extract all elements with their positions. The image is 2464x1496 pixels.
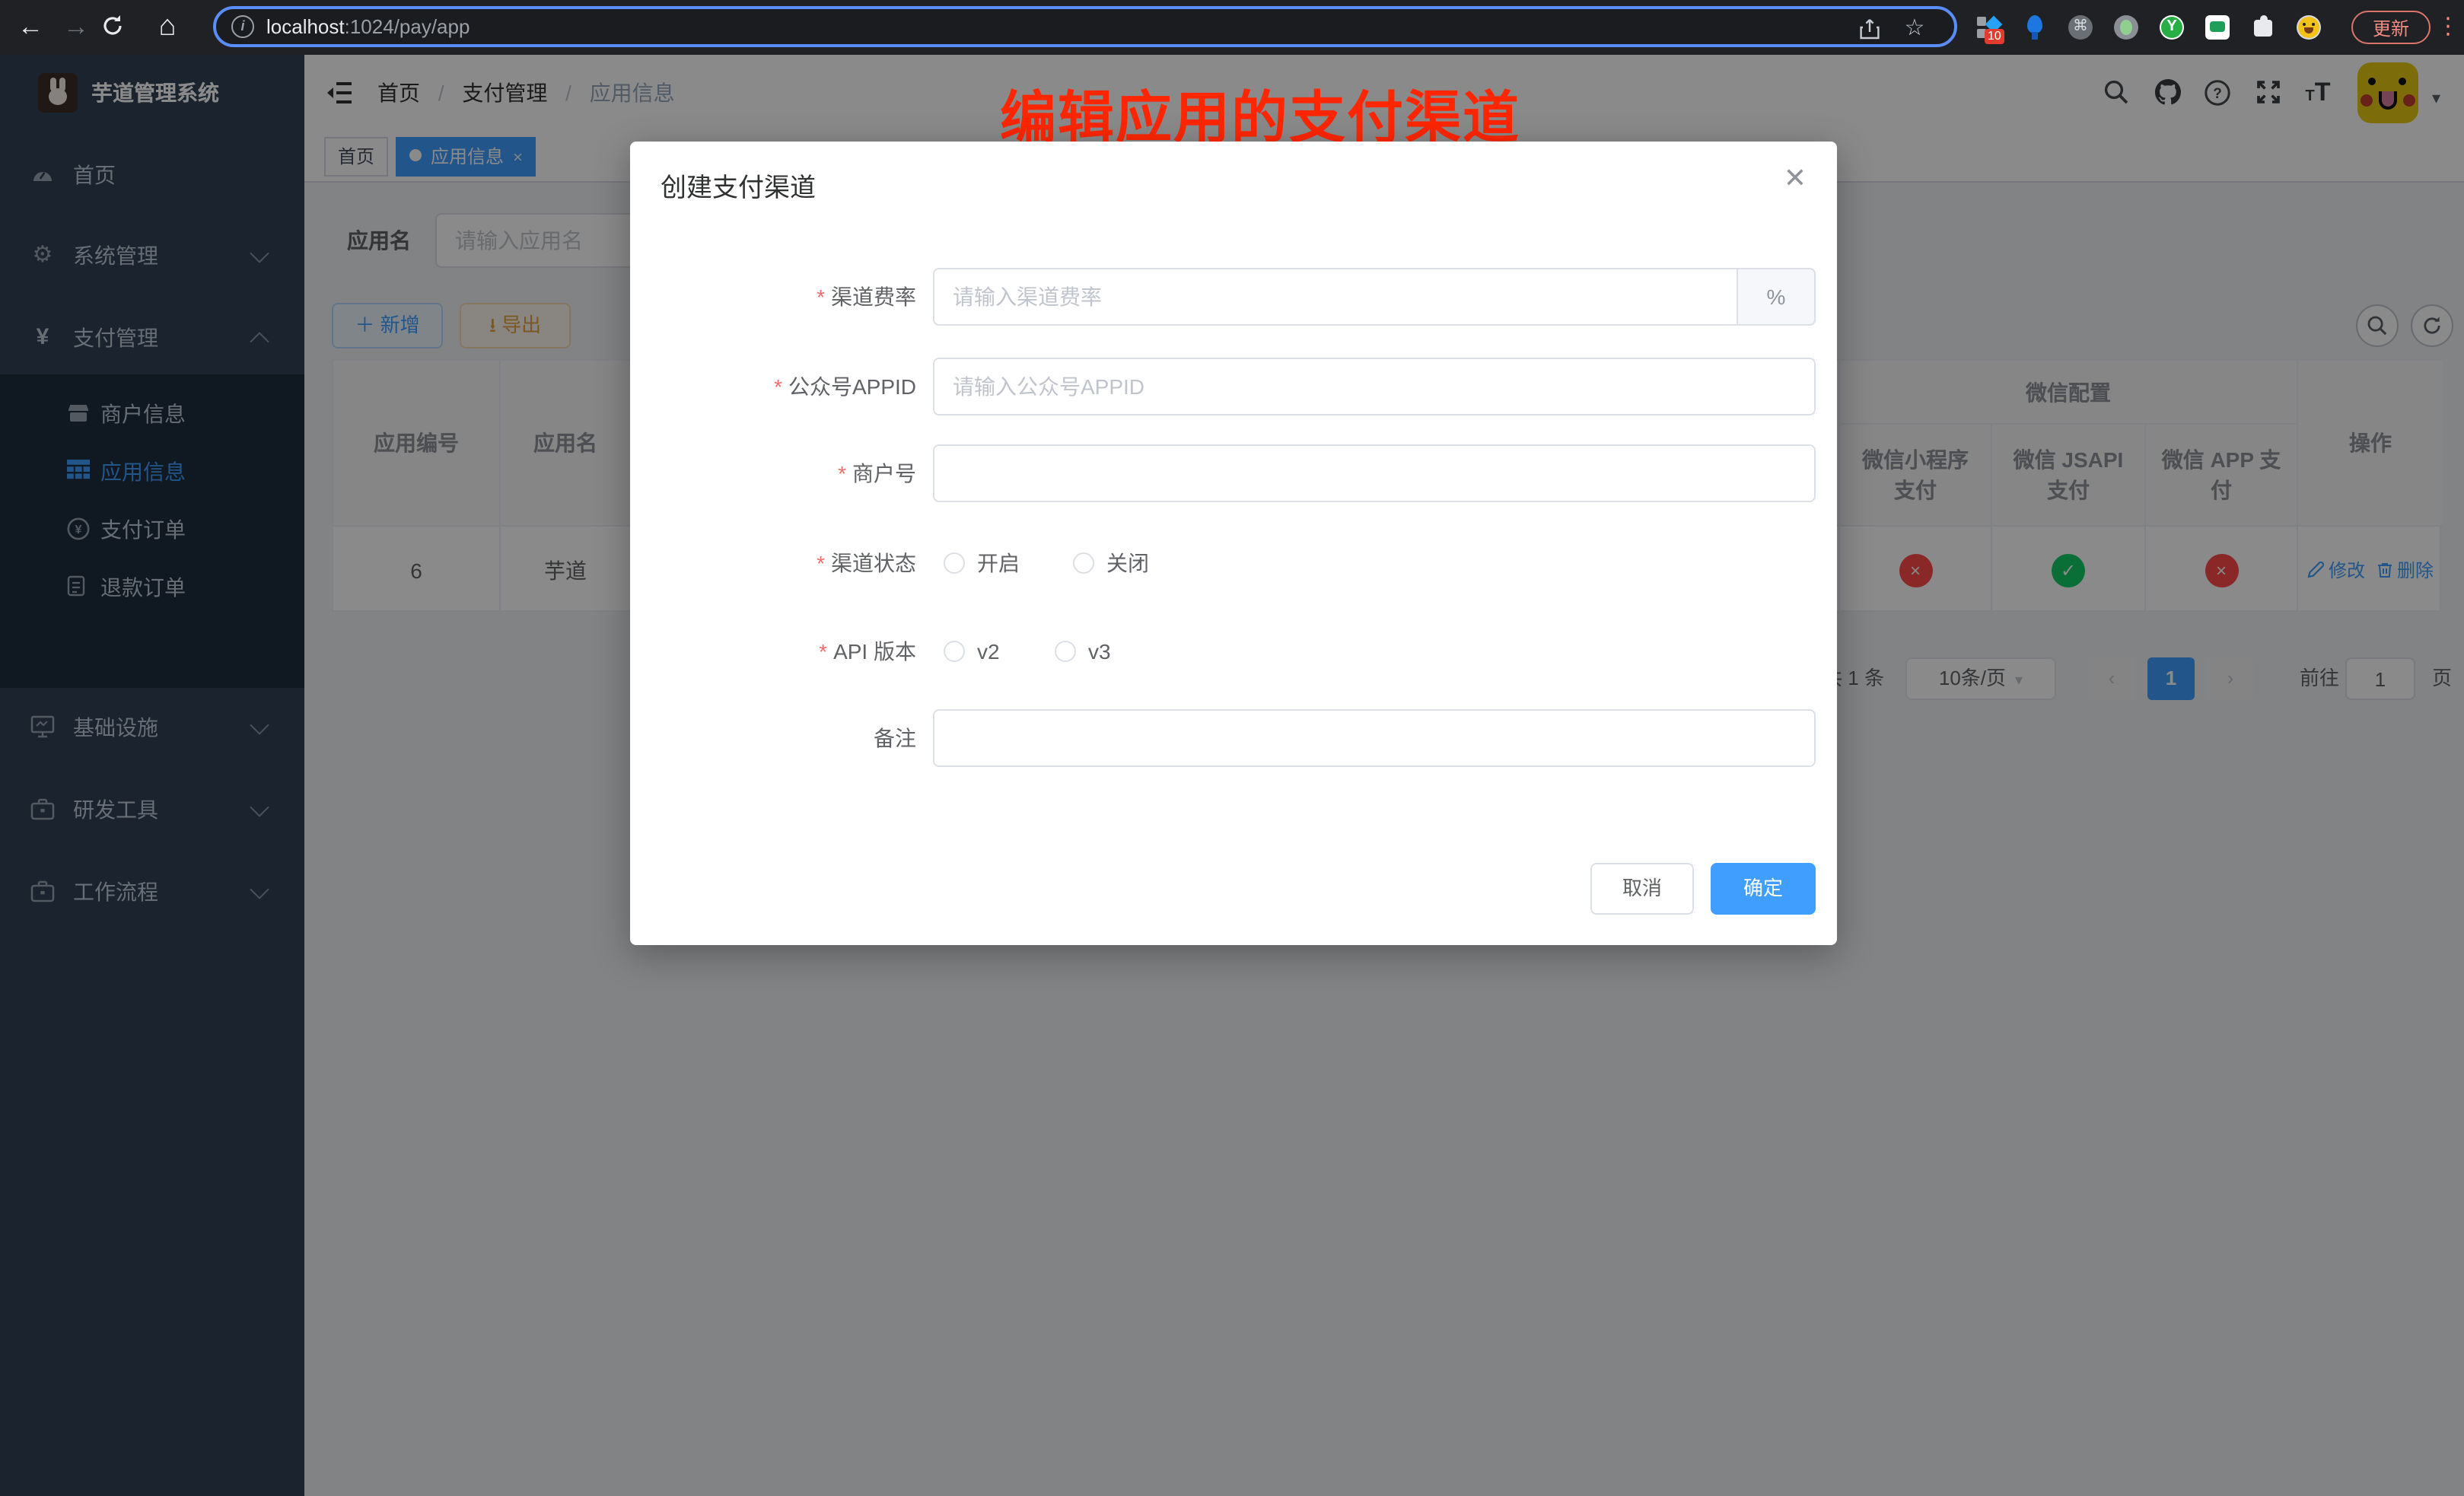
extension-icon-3[interactable] [2114, 15, 2138, 40]
url-bar[interactable]: i localhost:1024/pay/app ☆ [213, 6, 1957, 47]
extension-icon-4[interactable]: Y [2160, 15, 2184, 40]
radio-status-closed[interactable] [1073, 552, 1094, 574]
extension-puzzle-icon[interactable] [2251, 15, 2275, 40]
reload-icon[interactable] [100, 14, 143, 41]
browser-chrome: ← → ⌂ i localhost:1024/pay/app ☆ 10 ⌘ [0, 0, 2464, 55]
share-icon[interactable] [1854, 9, 1884, 50]
extension-icon-1[interactable]: 10 [1977, 15, 2001, 40]
radio-status-open[interactable] [944, 552, 965, 574]
bookmark-star-icon[interactable]: ☆ [1899, 9, 1930, 50]
forward-icon[interactable]: → [55, 0, 97, 55]
cancel-button[interactable]: 取消 [1590, 863, 1694, 915]
close-icon[interactable]: ✕ [1784, 163, 1807, 195]
field-label-merchant: *商户号 [630, 444, 916, 502]
radio-label-open[interactable]: 开启 [977, 551, 1020, 575]
browser-menu-icon[interactable]: ⋮ [2437, 9, 2459, 46]
radio-label-v3[interactable]: v3 [1088, 639, 1111, 664]
appid-input[interactable] [933, 358, 1816, 415]
create-pay-channel-dialog: 创建支付渠道 ✕ *渠道费率 % *公众号APPID *商户号 *渠道状态 开启… [630, 142, 1837, 945]
extension-icon-2[interactable] [2023, 15, 2047, 40]
back-icon[interactable]: ← [9, 0, 52, 55]
dialog-title: 创建支付渠道 [661, 166, 816, 204]
extension-icon-5[interactable] [2205, 15, 2230, 40]
radio-label-v2[interactable]: v2 [977, 639, 1000, 664]
url-text: localhost:1024/pay/app [266, 15, 470, 38]
radio-api-v3[interactable] [1055, 641, 1076, 662]
page-viewport: 芋道管理系统 首页 ⚙ 系统管理 ¥ 支付管理 [0, 55, 2464, 1496]
radio-api-v2[interactable] [944, 641, 965, 662]
extension-badge: 10 [1985, 29, 2004, 44]
field-label-status: *渠道状态 [630, 534, 916, 592]
merchant-input[interactable] [933, 444, 1816, 502]
rate-input[interactable] [933, 268, 1816, 326]
info-icon[interactable]: i [231, 15, 254, 38]
field-label-appid: *公众号APPID [630, 358, 916, 415]
browser-update-button[interactable]: 更新 [2351, 11, 2431, 44]
home-icon[interactable]: ⌂ [146, 0, 189, 55]
rate-suffix: % [1737, 268, 1816, 326]
field-label-remark: 备注 [630, 709, 916, 767]
field-label-api-version: *API 版本 [630, 622, 916, 680]
remark-input[interactable] [933, 709, 1816, 767]
field-label-rate: *渠道费率 [630, 268, 916, 326]
profile-avatar-icon[interactable] [2297, 15, 2321, 40]
confirm-button[interactable]: 确定 [1711, 863, 1816, 915]
radio-label-closed[interactable]: 关闭 [1106, 551, 1149, 575]
extension-icon-command[interactable]: ⌘ [2068, 15, 2093, 40]
